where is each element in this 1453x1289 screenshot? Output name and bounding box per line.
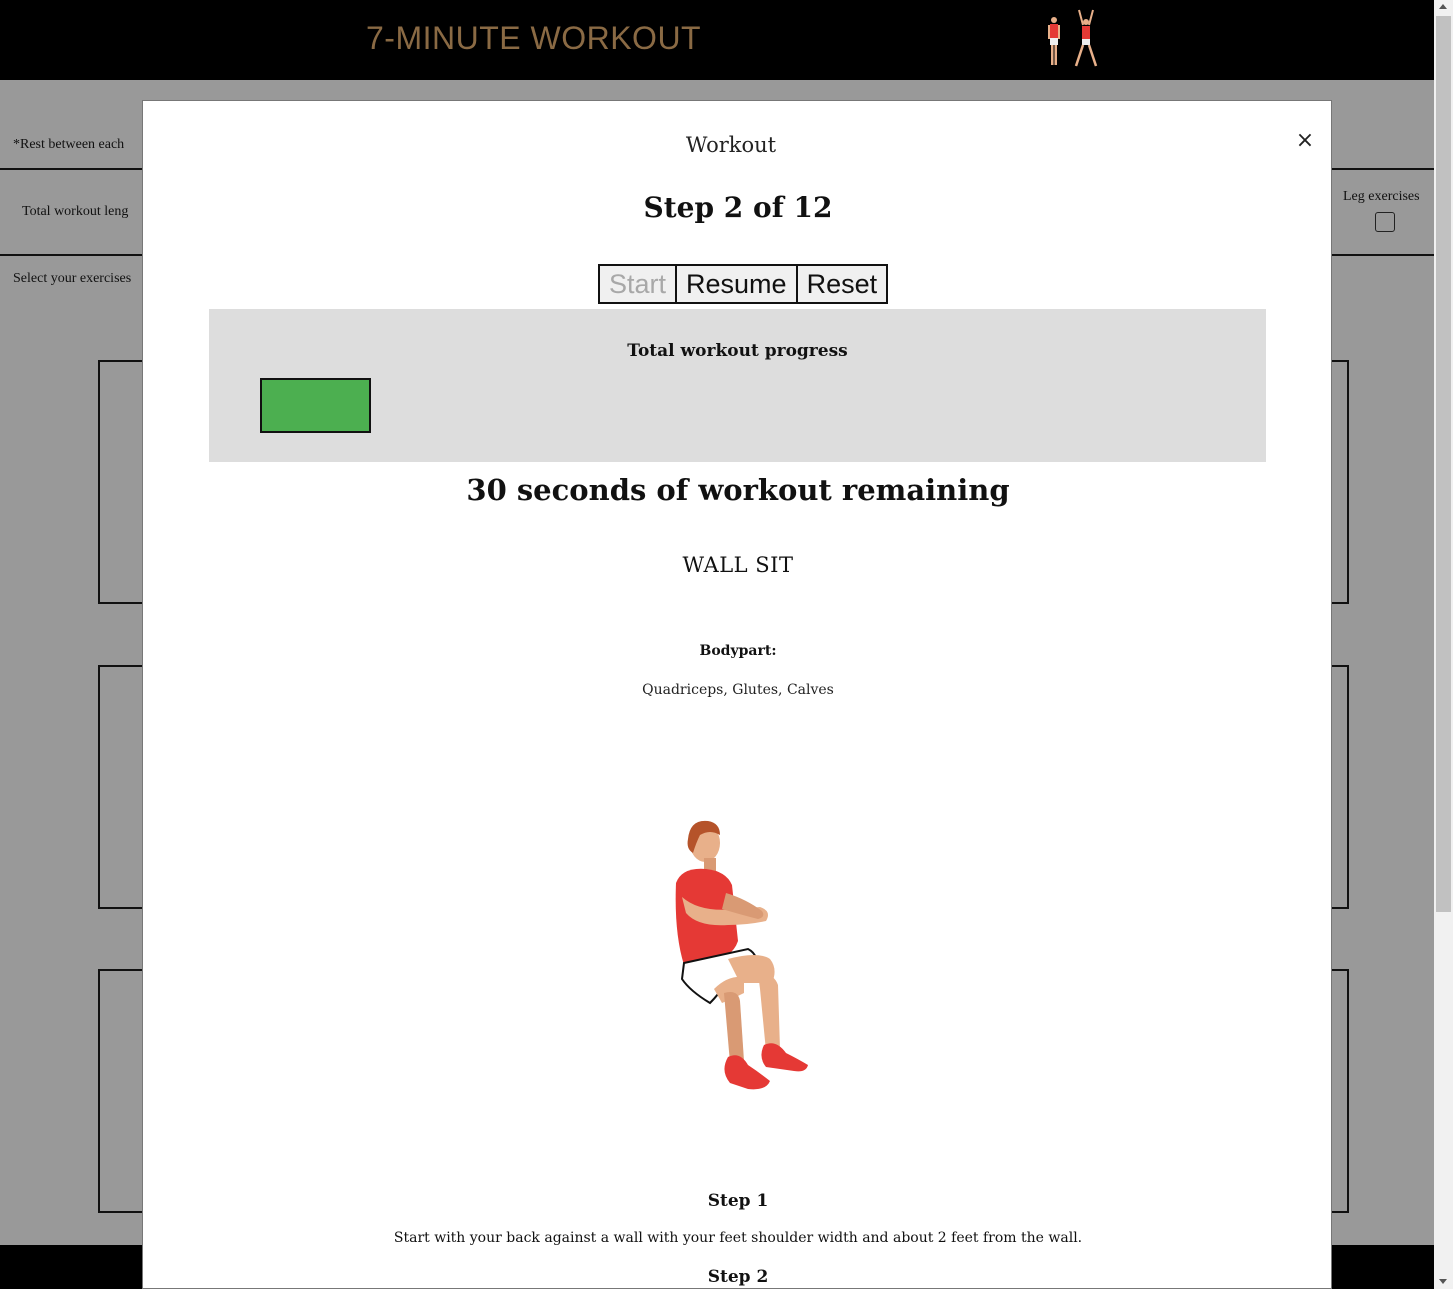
select-exercises-label: Select your exercises — [13, 271, 132, 286]
exercise-name: WALL SIT — [682, 553, 794, 577]
modal-title: Workout — [685, 133, 777, 157]
instruction-step-title: Step 2 — [707, 1267, 769, 1287]
app-title: 7-MINUTE WORKOUT — [366, 20, 702, 56]
scroll-down-icon[interactable] — [1439, 1279, 1447, 1284]
leg-exercises-label: Leg exercises — [1343, 189, 1420, 204]
instruction-step-text: Start with your back against a wall with… — [393, 1230, 1083, 1246]
leg-exercises-checkbox[interactable] — [1375, 212, 1395, 232]
progress-panel: Total workout progress — [209, 309, 1266, 462]
step-counter: Step 2 of 12 — [643, 191, 833, 224]
top-bar: 7-MINUTE WORKOUT — [0, 0, 1434, 80]
close-button[interactable]: × — [1293, 129, 1317, 153]
start-button[interactable]: Start — [598, 264, 678, 304]
progress-bar — [260, 378, 1215, 433]
scroll-up-icon[interactable] — [1439, 4, 1447, 9]
wall-sit-figure-icon — [675, 820, 808, 1090]
total-length-label: Total workout leng — [22, 204, 129, 219]
rest-note: *Rest between each — [13, 137, 125, 152]
progress-label: Total workout progress — [627, 341, 848, 361]
resume-button[interactable]: Resume — [677, 264, 798, 304]
reset-button[interactable]: Reset — [797, 264, 889, 304]
scrollbar-thumb[interactable] — [1436, 16, 1451, 912]
bodypart-label: Bodypart: — [699, 643, 777, 659]
jumping-jacks-icon — [1048, 9, 1098, 67]
workout-controls: Start Resume Reset — [598, 264, 889, 304]
time-remaining: 30 seconds of workout remaining — [466, 473, 1010, 507]
workout-modal: Workout × Step 2 of 12 Start Resume Rese… — [142, 100, 1332, 1289]
bodypart-value: Quadriceps, Glutes, Calves — [642, 682, 834, 698]
instruction-step-title: Step 1 — [707, 1191, 769, 1211]
progress-fill — [260, 378, 371, 433]
